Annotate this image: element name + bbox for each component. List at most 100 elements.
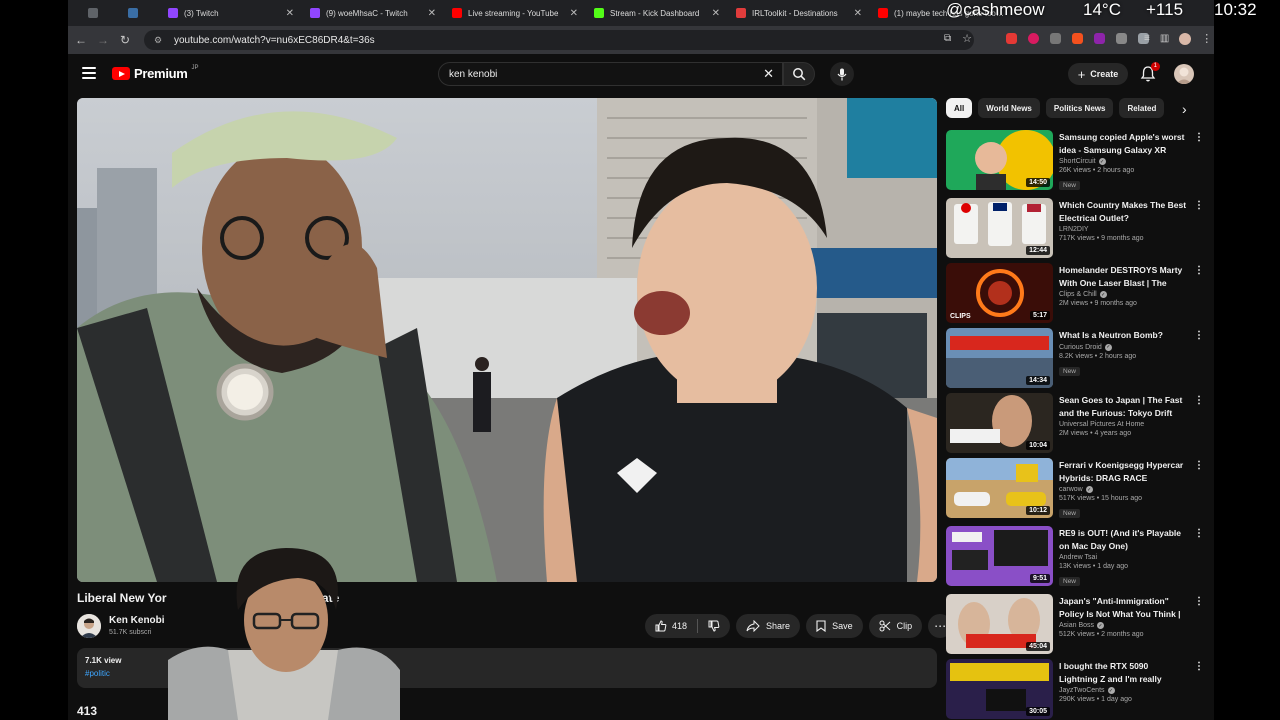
recommendation-item[interactable]: 9:51 RE9 is OUT! (And it's Playable on M… xyxy=(946,526,1208,592)
account-avatar[interactable] xyxy=(1174,64,1194,84)
recommendation-item[interactable]: CLIPS 5:17 Homelander DESTROYS Marty With… xyxy=(946,263,1208,329)
dislike-button[interactable] xyxy=(698,620,730,632)
channel-name[interactable]: Asian Boss xyxy=(1059,622,1094,629)
voice-search-button[interactable] xyxy=(830,62,854,86)
extension-icon[interactable] xyxy=(1050,33,1062,44)
more-options-icon[interactable]: ⋮ xyxy=(1194,132,1204,143)
tab-kick[interactable]: Stream - Kick Dashboard ✕ xyxy=(586,2,728,24)
video-title[interactable]: Sean Goes to Japan | The Fast and the Fu… xyxy=(1059,394,1189,419)
bookmark-star-icon[interactable]: ☆ xyxy=(962,32,972,45)
channel-name[interactable]: Andrew Tsai xyxy=(1059,554,1097,561)
video-title[interactable]: Samsung copied Apple's worst idea - Sams… xyxy=(1059,131,1189,156)
chip-related[interactable]: Related xyxy=(1119,98,1165,118)
reload-icon[interactable]: ↻ xyxy=(114,33,136,47)
more-options-icon[interactable]: ⋮ xyxy=(1194,265,1204,276)
tab-twitch[interactable]: (3) Twitch ✕ xyxy=(160,2,302,24)
channel-name[interactable]: carwow xyxy=(1059,486,1083,493)
recommendation-item[interactable]: 10:12 Ferrari v Koenigsegg Hypercar Hybr… xyxy=(946,458,1208,524)
extension-icon[interactable] xyxy=(1116,33,1128,44)
search-button[interactable] xyxy=(783,62,815,86)
back-icon[interactable]: ← xyxy=(70,33,92,47)
video-duration: 14:34 xyxy=(1026,376,1050,385)
more-options-icon[interactable]: ⋮ xyxy=(1194,661,1204,672)
video-thumbnail[interactable]: 14:50 xyxy=(946,130,1053,190)
video-thumbnail[interactable]: 12:44 xyxy=(946,198,1053,258)
more-options-icon[interactable]: ⋮ xyxy=(1194,330,1204,341)
youtube-premium-logo[interactable]: Premium JP xyxy=(112,65,199,81)
recommendation-item[interactable]: 45:04 Japan's "Anti-Immigration" Policy … xyxy=(946,594,1208,660)
more-options-icon[interactable]: ⋮ xyxy=(1194,460,1204,471)
chip-all[interactable]: All xyxy=(946,98,973,118)
more-options-icon[interactable]: ⋮ xyxy=(1194,200,1204,211)
install-app-icon[interactable]: ⧉ xyxy=(944,33,951,44)
recommendation-item[interactable]: 14:50 Samsung copied Apple's worst idea … xyxy=(946,130,1208,196)
video-thumbnail[interactable]: 10:12 xyxy=(946,458,1053,518)
recommendation-item[interactable]: 30:05 I bought the RTX 5090 Lightning Z … xyxy=(946,659,1208,720)
video-thumbnail[interactable]: 30:05 xyxy=(946,659,1053,719)
video-title[interactable]: Ferrari v Koenigsegg Hypercar Hybrids: D… xyxy=(1059,459,1189,484)
browser-menu-icon[interactable]: ⋮ xyxy=(1201,32,1212,45)
close-icon[interactable]: ✕ xyxy=(854,8,862,19)
forward-icon[interactable]: → xyxy=(92,33,114,47)
video-thumbnail[interactable]: CLIPS 5:17 xyxy=(946,263,1053,323)
close-icon[interactable]: ✕ xyxy=(286,8,294,19)
video-thumbnail[interactable]: 9:51 xyxy=(946,526,1053,586)
channel-name[interactable]: Curious Droid xyxy=(1059,344,1102,351)
recommendation-item[interactable]: 14:34 What Is a Neutron Bomb? Curious Dr… xyxy=(946,328,1208,394)
profile-avatar[interactable] xyxy=(1179,32,1192,45)
channel-avatar[interactable] xyxy=(77,614,101,638)
more-options-icon[interactable]: ⋮ xyxy=(1194,395,1204,406)
extension-icon[interactable] xyxy=(1028,33,1040,44)
video-title[interactable]: Which Country Makes The Best Electrical … xyxy=(1059,199,1189,224)
clip-button[interactable]: Clip xyxy=(868,614,923,638)
tab-youtube-live[interactable]: Live streaming - YouTube ✕ xyxy=(444,2,586,24)
tab-pinned[interactable] xyxy=(80,2,120,24)
notifications-button[interactable]: 1 xyxy=(1140,62,1160,83)
video-thumbnail[interactable]: 45:04 xyxy=(946,594,1053,654)
extension-icon[interactable] xyxy=(1094,33,1106,44)
recommendation-item[interactable]: 12:44 Which Country Makes The Best Elect… xyxy=(946,198,1208,264)
chevron-right-icon[interactable]: › xyxy=(1182,101,1187,117)
url-field[interactable]: ⚙ youtube.com/watch?v=nu6xEC86DR4&t=36s xyxy=(144,30,974,50)
chip-world-news[interactable]: World News xyxy=(978,98,1040,118)
channel-name[interactable]: LRN2DIY xyxy=(1059,226,1089,233)
clear-search-icon[interactable]: ✕ xyxy=(763,66,774,82)
video-title[interactable]: What Is a Neutron Bomb? xyxy=(1059,329,1189,342)
search-icon xyxy=(793,68,806,81)
more-options-icon[interactable]: ⋮ xyxy=(1194,596,1204,607)
create-button[interactable]: + Create xyxy=(1068,63,1128,85)
close-icon[interactable]: ✕ xyxy=(428,8,436,19)
video-title[interactable]: Japan's "Anti-Immigration" Policy Is Not… xyxy=(1059,595,1189,620)
extension-icon[interactable] xyxy=(1072,33,1084,44)
channel-name[interactable]: JayzTwoCents xyxy=(1059,687,1105,694)
video-player[interactable] xyxy=(77,98,937,582)
tab-irltoolkit[interactable]: IRLToolkit - Destinations ✕ xyxy=(728,2,870,24)
channel-name[interactable]: Ken Kenobi xyxy=(109,615,165,626)
video-title[interactable]: Homelander DESTROYS Marty With One Laser… xyxy=(1059,264,1189,289)
media-control-icon[interactable]: ≡ xyxy=(1144,33,1150,44)
tab-twitch-channel[interactable]: (9) woeMhsaC - Twitch ✕ xyxy=(302,2,444,24)
share-button[interactable]: Share xyxy=(736,614,801,638)
more-options-icon[interactable]: ⋮ xyxy=(1194,528,1204,539)
verified-icon: ✓ xyxy=(1107,687,1115,694)
recommendation-item[interactable]: 10:04 Sean Goes to Japan | The Fast and … xyxy=(946,393,1208,459)
search-input[interactable]: ken kenobi ✕ xyxy=(438,62,783,86)
extension-icon[interactable] xyxy=(1006,33,1018,44)
close-icon[interactable]: ✕ xyxy=(712,8,720,19)
chip-politics-news[interactable]: Politics News xyxy=(1045,98,1114,118)
site-info-icon[interactable]: ⚙ xyxy=(154,35,164,45)
hamburger-menu-icon[interactable] xyxy=(82,67,96,79)
channel-name[interactable]: Clips & Chill xyxy=(1059,291,1097,298)
sidebar-icon[interactable]: ▥ xyxy=(1160,33,1169,44)
tab-pinned-2[interactable] xyxy=(120,2,160,24)
video-thumbnail[interactable]: 10:04 xyxy=(946,393,1053,453)
like-button[interactable]: 418 xyxy=(645,620,697,632)
video-meta: 512K views • 2 months ago xyxy=(1059,631,1144,638)
close-icon[interactable]: ✕ xyxy=(570,8,578,19)
video-thumbnail[interactable]: 14:34 xyxy=(946,328,1053,388)
channel-name[interactable]: ShortCircuit xyxy=(1059,158,1096,165)
video-title[interactable]: I bought the RTX 5090 Lightning Z and I'… xyxy=(1059,660,1189,685)
channel-name[interactable]: Universal Pictures At Home xyxy=(1059,421,1144,428)
video-title[interactable]: RE9 is OUT! (And it's Playable on Mac Da… xyxy=(1059,527,1189,552)
save-button[interactable]: Save xyxy=(806,614,863,638)
